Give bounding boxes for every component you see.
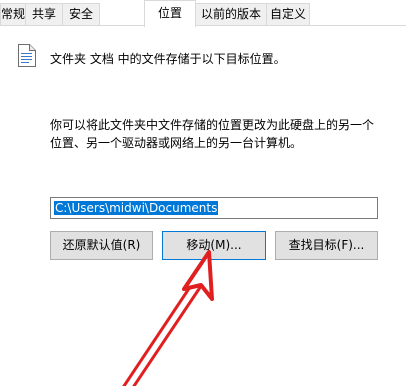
location-info-text: 文件夹 文档 中的文件存储于以下目标位置。 <box>50 52 286 66</box>
tab-customize[interactable]: 自定义 <box>266 3 310 25</box>
tab-location[interactable]: 位置 <box>144 0 196 27</box>
description-line-1: 你可以将此文件夹中文件存储的位置更改为此硬盘上的另一个 <box>50 118 375 132</box>
document-icon <box>18 44 36 67</box>
folder-properties-dialog: 常规 共享 安全 位置 以前的版本 自定义 文件夹 文档 中的文件存储于以下目标… <box>0 0 406 386</box>
location-path-input[interactable]: C:\Users\midwi\Documents <box>50 197 378 219</box>
tab-security[interactable]: 安全 <box>62 3 100 25</box>
tab-previous-versions[interactable]: 以前的版本 <box>195 3 267 25</box>
location-description: 你可以将此文件夹中文件存储的位置更改为此硬盘上的另一个 位置、另一个驱动器或网络… <box>50 116 390 152</box>
description-line-2: 位置、另一个驱动器或网络上的另一台计算机。 <box>50 136 303 150</box>
tab-sharing[interactable]: 共享 <box>25 3 63 25</box>
move-button[interactable]: 移动(M)... <box>162 231 266 260</box>
tab-general[interactable]: 常规 <box>0 3 26 25</box>
tab-strip: 常规 共享 安全 位置 以前的版本 自定义 <box>0 0 406 27</box>
path-text-selected: C:\Users\midwi\Documents <box>54 201 219 215</box>
restore-default-button[interactable]: 还原默认值(R) <box>50 231 153 260</box>
find-target-button[interactable]: 查找目标(F)... <box>275 231 378 260</box>
